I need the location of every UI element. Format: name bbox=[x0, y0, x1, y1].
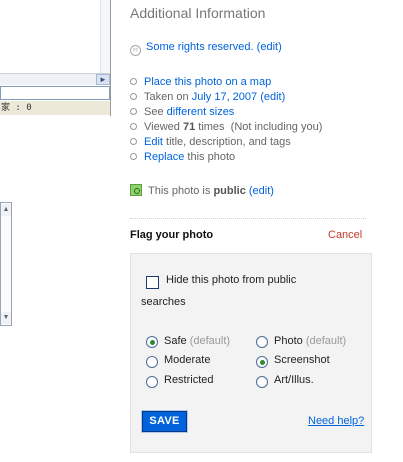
photo-text: Photo bbox=[274, 335, 303, 347]
photo-default-note: (default) bbox=[305, 335, 347, 347]
cancel-link[interactable]: Cancel bbox=[328, 229, 362, 241]
scroll-down-arrow-icon[interactable]: ▼ bbox=[1, 312, 11, 324]
hide-from-search-checkbox[interactable] bbox=[146, 276, 159, 289]
bullet-icon bbox=[130, 108, 137, 115]
safe-label: Safe (default) bbox=[164, 335, 230, 347]
list-item-map: Place this photo on a map bbox=[130, 76, 271, 88]
bullet-icon bbox=[130, 153, 137, 160]
privacy-value: public bbox=[213, 185, 246, 197]
photo-label: Photo (default) bbox=[274, 335, 346, 347]
privacy-prefix: This photo is bbox=[148, 185, 211, 197]
taken-edit-link[interactable]: (edit) bbox=[260, 91, 285, 103]
scroll-up-arrow-icon[interactable]: ▲ bbox=[1, 204, 11, 216]
list-item-views: Viewed 71 times (Not including you) bbox=[130, 121, 322, 133]
flag-title: Flag your photo bbox=[130, 229, 214, 241]
privacy-edit-link[interactable]: (edit) bbox=[249, 185, 274, 197]
restricted-radio[interactable] bbox=[146, 376, 158, 388]
address-field[interactable] bbox=[0, 86, 110, 100]
viewed-note: (Not including you) bbox=[230, 121, 323, 133]
screenshot-label: Screenshot bbox=[274, 354, 330, 366]
scroll-right-arrow-icon[interactable]: ► bbox=[96, 74, 110, 85]
list-item-taken: Taken on July 17, 2007 (edit) bbox=[130, 91, 285, 103]
edit-suffix: title, description, and tags bbox=[166, 136, 291, 148]
photo-radio[interactable] bbox=[256, 336, 268, 348]
bullet-icon bbox=[130, 78, 137, 85]
place-on-map-link[interactable]: Place this photo on a map bbox=[144, 76, 271, 88]
hide-label-line2: searches bbox=[141, 296, 186, 308]
moderate-radio[interactable] bbox=[146, 356, 158, 368]
license-edit-link[interactable]: (edit) bbox=[257, 41, 282, 53]
section-divider bbox=[130, 218, 366, 219]
save-button[interactable]: SAVE bbox=[141, 410, 188, 433]
hide-label-line1: Hide this photo from public bbox=[166, 274, 297, 286]
replace-link[interactable]: Replace bbox=[144, 151, 184, 163]
edit-link[interactable]: Edit bbox=[144, 136, 163, 148]
screenshot-radio[interactable] bbox=[256, 356, 268, 368]
see-prefix: See bbox=[144, 106, 164, 118]
view-count: 71 bbox=[182, 121, 196, 133]
restricted-label: Restricted bbox=[164, 374, 214, 386]
vertical-scrollbar[interactable] bbox=[100, 0, 110, 73]
safe-default-note: (default) bbox=[189, 335, 231, 347]
need-help-link[interactable]: Need help? bbox=[308, 415, 364, 427]
left-window-fragment: ► 家 : 0 bbox=[0, 0, 111, 116]
safe-radio[interactable] bbox=[146, 336, 158, 348]
left-textarea-fragment[interactable]: ▲ ▼ bbox=[0, 202, 12, 326]
bullet-icon bbox=[130, 123, 137, 130]
taken-date-link[interactable]: July 17, 2007 bbox=[192, 91, 257, 103]
license-link[interactable]: Some rights reserved. bbox=[146, 41, 254, 53]
section-title: Additional Information bbox=[130, 5, 266, 21]
list-item-edit: Edit title, description, and tags bbox=[130, 136, 291, 148]
privacy-row: This photo is public (edit) bbox=[130, 184, 274, 197]
list-item-sizes: See different sizes bbox=[130, 106, 234, 118]
art-illustration-radio[interactable] bbox=[256, 376, 268, 388]
viewed-prefix: Viewed bbox=[144, 121, 180, 133]
creative-commons-icon: cc bbox=[130, 45, 141, 56]
public-status-icon bbox=[130, 184, 142, 196]
art-illustration-label: Art/Illus. bbox=[274, 374, 314, 386]
bullet-icon bbox=[130, 93, 137, 100]
list-item-replace: Replace this photo bbox=[130, 151, 235, 163]
different-sizes-link[interactable]: different sizes bbox=[167, 106, 235, 118]
viewed-suffix: times bbox=[198, 121, 225, 133]
license-row: cc Some rights reserved. (edit) bbox=[130, 41, 282, 56]
replace-suffix: this photo bbox=[187, 151, 236, 163]
safe-text: Safe bbox=[164, 335, 187, 347]
taken-prefix: Taken on bbox=[144, 91, 189, 103]
flag-form: Hide this photo from public searches Saf… bbox=[130, 253, 372, 453]
character-counter: 家 : 0 bbox=[0, 101, 110, 115]
moderate-label: Moderate bbox=[164, 354, 211, 366]
bullet-icon bbox=[130, 138, 137, 145]
horizontal-scrollbar[interactable]: ► bbox=[0, 73, 110, 85]
